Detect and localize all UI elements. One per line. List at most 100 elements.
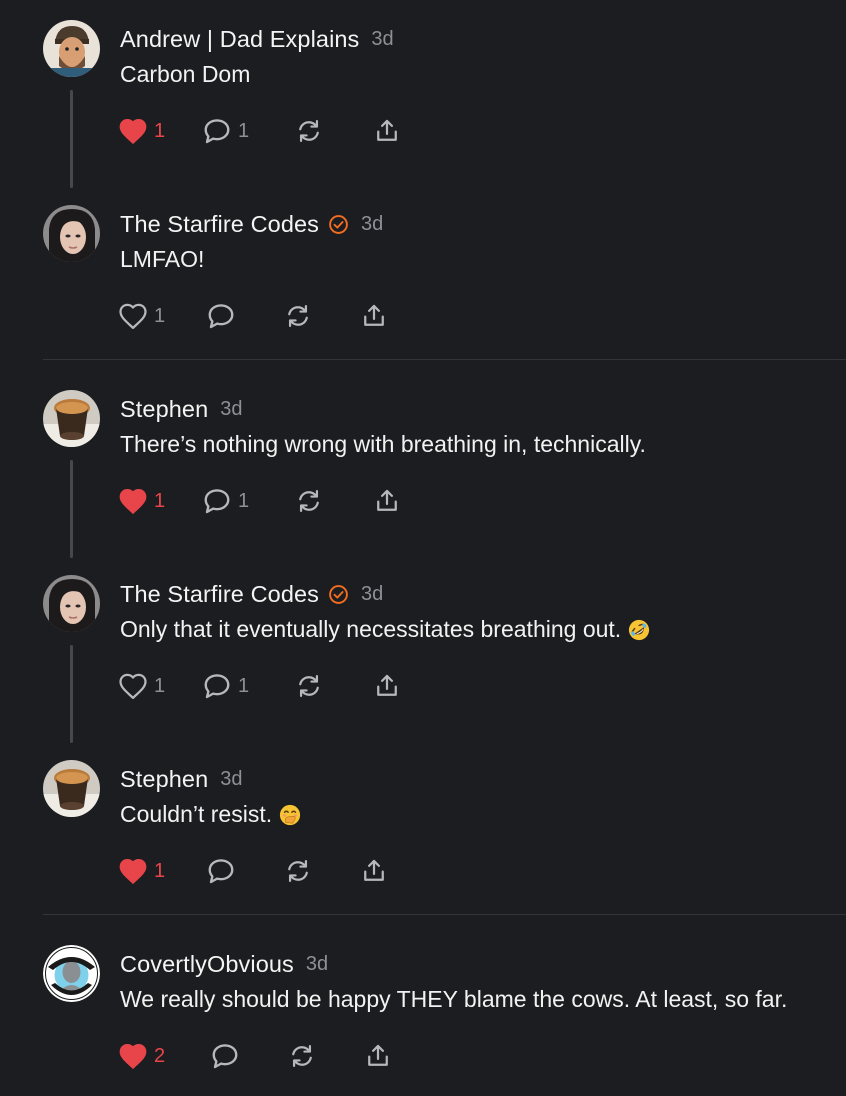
restack-button[interactable]	[287, 1042, 363, 1070]
avatar[interactable]	[43, 20, 100, 77]
speech-bubble-icon	[204, 674, 230, 699]
share-upload-icon	[377, 119, 397, 141]
thread-line	[70, 460, 73, 558]
reply-count: 1	[238, 489, 250, 512]
comment-header: Stephen 3d	[120, 764, 243, 794]
comment-text: We really should be happy THEY blame the…	[120, 986, 787, 1013]
heart-icon	[119, 673, 147, 699]
comment: Andrew | Dad Explains 3d Carbon Dom 1 1	[0, 0, 846, 188]
like-count: 1	[154, 119, 166, 142]
comment-text-content: We really should be happy THEY blame the…	[120, 986, 788, 1012]
timestamp[interactable]: 3d	[361, 583, 383, 606]
comment-text-content: There’s nothing wrong with breathing in,…	[120, 431, 646, 457]
reply-button[interactable]	[206, 857, 283, 885]
comment-text: Carbon Dom	[120, 61, 250, 88]
share-upload-icon	[364, 859, 384, 881]
author-name[interactable]: The Starfire Codes	[120, 581, 319, 608]
action-bar: 1 1	[118, 670, 402, 702]
share-button[interactable]	[359, 857, 389, 885]
action-bar: 2	[118, 1040, 393, 1072]
restack-button[interactable]	[294, 487, 372, 515]
action-bar: 1 1	[118, 485, 402, 517]
share-button[interactable]	[359, 302, 389, 330]
reply-button[interactable]	[210, 1042, 287, 1070]
like-button[interactable]: 1	[118, 672, 202, 700]
thread-divider	[43, 914, 846, 915]
avatar[interactable]	[43, 390, 100, 447]
speech-bubble-icon	[212, 1044, 238, 1069]
heart-icon	[119, 118, 147, 145]
timestamp[interactable]: 3d	[220, 398, 242, 421]
like-button[interactable]: 1	[118, 857, 206, 885]
like-count: 1	[154, 489, 166, 512]
author-name[interactable]: Stephen	[120, 766, 208, 793]
avatar[interactable]	[43, 945, 100, 1002]
comment: Stephen 3d Couldn’t resist. 1	[0, 740, 846, 925]
comment-text-content: Only that it eventually necessitates bre…	[120, 616, 622, 642]
reply-count: 1	[238, 674, 250, 697]
share-button[interactable]	[372, 487, 402, 515]
like-count: 1	[154, 674, 166, 697]
share-button[interactable]	[372, 672, 402, 700]
restack-button[interactable]	[294, 117, 372, 145]
timestamp[interactable]: 3d	[361, 213, 383, 236]
comment-text: LMFAO!	[120, 246, 204, 273]
verified-check-icon	[329, 214, 348, 234]
timestamp[interactable]: 3d	[371, 28, 393, 51]
like-button[interactable]: 1	[118, 487, 202, 515]
like-button[interactable]: 1	[118, 117, 202, 145]
heart-icon	[119, 488, 147, 515]
heart-icon	[119, 1043, 147, 1070]
author-name[interactable]: Stephen	[120, 396, 208, 423]
author-name[interactable]: CovertlyObvious	[120, 951, 294, 978]
restack-arrows-icon	[292, 1044, 312, 1068]
share-upload-icon	[364, 304, 384, 326]
comment: CovertlyObvious 3d We really should be h…	[0, 925, 846, 1096]
thread-divider	[43, 359, 846, 360]
reply-button[interactable]	[206, 302, 283, 330]
timestamp[interactable]: 3d	[220, 768, 242, 791]
reply-button[interactable]: 1	[202, 487, 294, 515]
comment-header: Stephen 3d	[120, 394, 243, 424]
restack-arrows-icon	[288, 304, 308, 328]
verified-check-icon	[329, 584, 348, 604]
reply-button[interactable]: 1	[202, 672, 294, 700]
reply-count: 1	[238, 119, 250, 142]
share-button[interactable]	[363, 1042, 393, 1070]
timestamp[interactable]: 3d	[306, 953, 328, 976]
restack-button[interactable]	[283, 857, 359, 885]
comment: Stephen 3d There’s nothing wrong with br…	[0, 370, 846, 558]
comment-thread: Andrew | Dad Explains 3d Carbon Dom 1 1	[0, 0, 846, 1096]
speech-bubble-icon	[208, 859, 234, 884]
restack-arrows-icon	[288, 859, 308, 883]
comment-header: CovertlyObvious 3d	[120, 949, 328, 979]
comment-text: Only that it eventually necessitates bre…	[120, 616, 650, 643]
share-upload-icon	[377, 489, 397, 511]
comment: The Starfire Codes 3d LMFAO! 1	[0, 185, 846, 370]
like-button[interactable]: 2	[118, 1042, 210, 1070]
avatar[interactable]	[43, 205, 100, 262]
action-bar: 1	[118, 300, 389, 332]
comment: The Starfire Codes 3d Only that it event…	[0, 555, 846, 743]
comment-text-content: Carbon Dom	[120, 61, 251, 87]
avatar[interactable]	[43, 760, 100, 817]
like-button[interactable]: 1	[118, 302, 206, 330]
face-with-hand-over-mouth-emoji	[280, 804, 301, 825]
speech-bubble-icon	[204, 489, 230, 514]
restack-button[interactable]	[283, 302, 359, 330]
avatar[interactable]	[43, 575, 100, 632]
share-upload-icon	[368, 1044, 388, 1066]
author-name[interactable]: Andrew | Dad Explains	[120, 26, 359, 53]
action-bar: 1 1	[118, 115, 402, 147]
share-button[interactable]	[372, 117, 402, 145]
thread-line	[70, 90, 73, 188]
reply-button[interactable]: 1	[202, 117, 294, 145]
restack-button[interactable]	[294, 672, 372, 700]
comment-text-content: Couldn’t resist.	[120, 801, 273, 827]
comment-header: Andrew | Dad Explains 3d	[120, 24, 394, 54]
restack-arrows-icon	[299, 674, 319, 698]
comment-text-content: LMFAO!	[120, 246, 205, 272]
restack-arrows-icon	[299, 119, 319, 143]
like-count: 2	[154, 1044, 166, 1067]
author-name[interactable]: The Starfire Codes	[120, 211, 319, 238]
